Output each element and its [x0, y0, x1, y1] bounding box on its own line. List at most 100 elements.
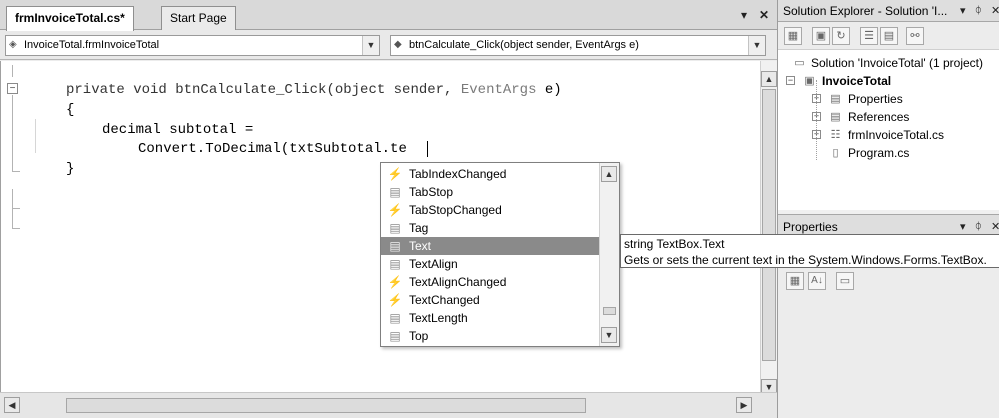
tree-node-label: InvoiceTotal: [822, 74, 892, 88]
tree-node-form-file[interactable]: + ☷ frmInvoiceTotal.cs: [778, 126, 999, 144]
outline-line: [12, 171, 20, 172]
completion-item-textlength[interactable]: ▤ TextLength: [381, 309, 599, 327]
code-navigation-bar: ◈ InvoiceTotal.frmInvoiceTotal ▼ ◆ btnCa…: [0, 30, 777, 60]
property-icon: ▤: [389, 329, 401, 343]
text-caret: [427, 141, 428, 157]
tree-node-label: References: [848, 110, 910, 124]
completion-item-label: TextLength: [409, 311, 468, 325]
scroll-thumb[interactable]: [66, 398, 586, 413]
outline-line: [12, 208, 20, 209]
code-text: e): [536, 82, 562, 98]
tree-node-label: Solution 'InvoiceTotal' (1 project): [811, 56, 984, 70]
property-icon: ▤: [389, 311, 401, 325]
properties-icon[interactable]: ▦: [784, 27, 802, 45]
scroll-down-icon[interactable]: ▼: [601, 327, 617, 343]
tool-window-area: Solution Explorer - Solution 'I... ▾ ᛰ ✕…: [777, 0, 999, 418]
class-diagram-icon[interactable]: ⚯: [906, 27, 924, 45]
member-name-combo[interactable]: ◆ btnCalculate_Click(object sender, Even…: [390, 35, 766, 56]
active-files-dropdown-icon[interactable]: ▾: [737, 7, 751, 23]
property-icon: ▤: [389, 185, 401, 199]
completion-item-label: Tag: [409, 221, 429, 235]
collapse-region-icon[interactable]: −: [7, 83, 18, 94]
tree-node-solution[interactable]: ▭ Solution 'InvoiceTotal' (1 project): [778, 54, 999, 72]
chevron-down-icon[interactable]: ▼: [362, 36, 379, 55]
class-name-combo[interactable]: ◈ InvoiceTotal.frmInvoiceTotal ▼: [5, 35, 380, 56]
window-position-dropdown-icon[interactable]: ▾: [960, 0, 966, 21]
solution-icon: ▭: [794, 57, 805, 69]
event-icon: ⚡: [387, 167, 403, 181]
tab-frminvoicetotal[interactable]: frmInvoiceTotal.cs*: [6, 6, 134, 31]
collapse-icon[interactable]: −: [786, 76, 795, 85]
tree-node-properties[interactable]: + ▤ Properties: [778, 90, 999, 108]
indent-guide: [35, 119, 36, 153]
document-tab-strip: frmInvoiceTotal.cs* Start Page ▾ ✕: [0, 0, 777, 31]
editor-horizontal-scrollbar[interactable]: ◀ ▶: [0, 392, 777, 418]
method-icon: ◆: [394, 39, 402, 50]
view-code-icon[interactable]: ☰: [860, 27, 878, 45]
pin-icon[interactable]: ᛰ: [975, 0, 982, 21]
refresh-icon[interactable]: ↻: [832, 27, 850, 45]
completion-item-tabindexchanged[interactable]: ⚡ TabIndexChanged: [381, 165, 599, 183]
code-line-1: private void btnCalculate_Click(object s…: [66, 81, 562, 99]
completion-item-textalign[interactable]: ▤ TextAlign: [381, 255, 599, 273]
code-line-3: decimal subtotal =: [102, 122, 254, 138]
class-name-value: InvoiceTotal.frmInvoiceTotal: [24, 39, 160, 51]
property-icon: ▤: [389, 221, 401, 235]
intellisense-completion-list[interactable]: ⚡ TabIndexChanged ▤ TabStop ⚡ TabStopChanged ▤…: [380, 162, 620, 347]
tree-node-project[interactable]: − ▣ InvoiceTotal: [778, 72, 999, 90]
completion-item-tag[interactable]: ▤ Tag: [381, 219, 599, 237]
completion-item-label: TabIndexChanged: [409, 167, 507, 181]
tree-node-label: Program.cs: [848, 146, 910, 160]
scroll-up-icon[interactable]: ▲: [761, 71, 777, 87]
tree-node-references[interactable]: + ▤ References: [778, 108, 999, 126]
view-designer-icon[interactable]: ▤: [880, 27, 898, 45]
chevron-down-icon[interactable]: ▼: [748, 36, 765, 55]
csharp-project-icon: ▣: [804, 75, 815, 87]
solution-explorer-titlebar[interactable]: Solution Explorer - Solution 'I... ▾ ᛰ ✕: [778, 0, 999, 22]
scroll-thumb[interactable]: [762, 89, 776, 361]
tab-label: Start Page: [170, 11, 227, 25]
csharp-file-icon: ▯: [832, 147, 839, 159]
close-icon[interactable]: ✕: [991, 0, 999, 21]
alphabetical-sort-icon[interactable]: A↓: [808, 272, 826, 290]
completion-item-text[interactable]: ▤ Text: [381, 237, 599, 255]
tab-label: frmInvoiceTotal.cs*: [15, 11, 125, 25]
completion-item-label: Text: [409, 239, 432, 253]
completion-scrollbar[interactable]: ▲ ▼: [599, 163, 619, 346]
property-icon: ▤: [389, 257, 401, 271]
outline-line: [12, 189, 13, 229]
editor-vertical-scrollbar[interactable]: ▲ ▼: [760, 61, 777, 395]
outline-line: [12, 228, 20, 229]
property-pages-icon[interactable]: ▭: [836, 272, 854, 290]
tree-node-program-file[interactable]: ▯ Program.cs: [778, 144, 999, 162]
scroll-left-icon[interactable]: ◀: [4, 397, 20, 413]
properties-title: Properties: [783, 220, 838, 234]
completion-item-label: TextAlignChanged: [409, 275, 507, 289]
completion-item-tabstop[interactable]: ▤ TabStop: [381, 183, 599, 201]
completion-item-textchanged[interactable]: ⚡ TextChanged: [381, 291, 599, 309]
solution-tree[interactable]: ▭ Solution 'InvoiceTotal' (1 project) − …: [778, 50, 999, 210]
completion-item-tabstopchanged[interactable]: ⚡ TabStopChanged: [381, 201, 599, 219]
completion-item-label: TextChanged: [409, 293, 480, 307]
scroll-up-icon[interactable]: ▲: [601, 166, 617, 182]
outline-line: [12, 95, 13, 171]
completion-item-label: TabStop: [409, 185, 454, 199]
form-file-icon: ☷: [830, 129, 841, 141]
outline-line: [12, 65, 13, 77]
categorized-icon[interactable]: ▦: [786, 272, 804, 290]
tooltip-signature: string TextBox.Text: [624, 237, 725, 251]
completion-item-label: TextAlign: [409, 257, 458, 271]
event-icon: ⚡: [387, 275, 403, 289]
tab-start-page[interactable]: Start Page: [161, 6, 236, 30]
scroll-right-icon[interactable]: ▶: [736, 397, 752, 413]
completion-item-top[interactable]: ▤ Top: [381, 327, 599, 345]
code-line-2: {: [66, 102, 75, 118]
properties-folder-icon: ▤: [830, 93, 841, 105]
tree-node-label: frmInvoiceTotal.cs: [848, 128, 945, 142]
close-document-icon[interactable]: ✕: [757, 7, 771, 23]
member-name-value: btnCalculate_Click(object sender, EventA…: [409, 39, 639, 51]
completion-item-textalignchanged[interactable]: ⚡ TextAlignChanged: [381, 273, 599, 291]
property-icon: ▤: [389, 239, 401, 253]
scroll-thumb[interactable]: [603, 307, 616, 315]
show-all-files-icon[interactable]: ▣: [812, 27, 830, 45]
